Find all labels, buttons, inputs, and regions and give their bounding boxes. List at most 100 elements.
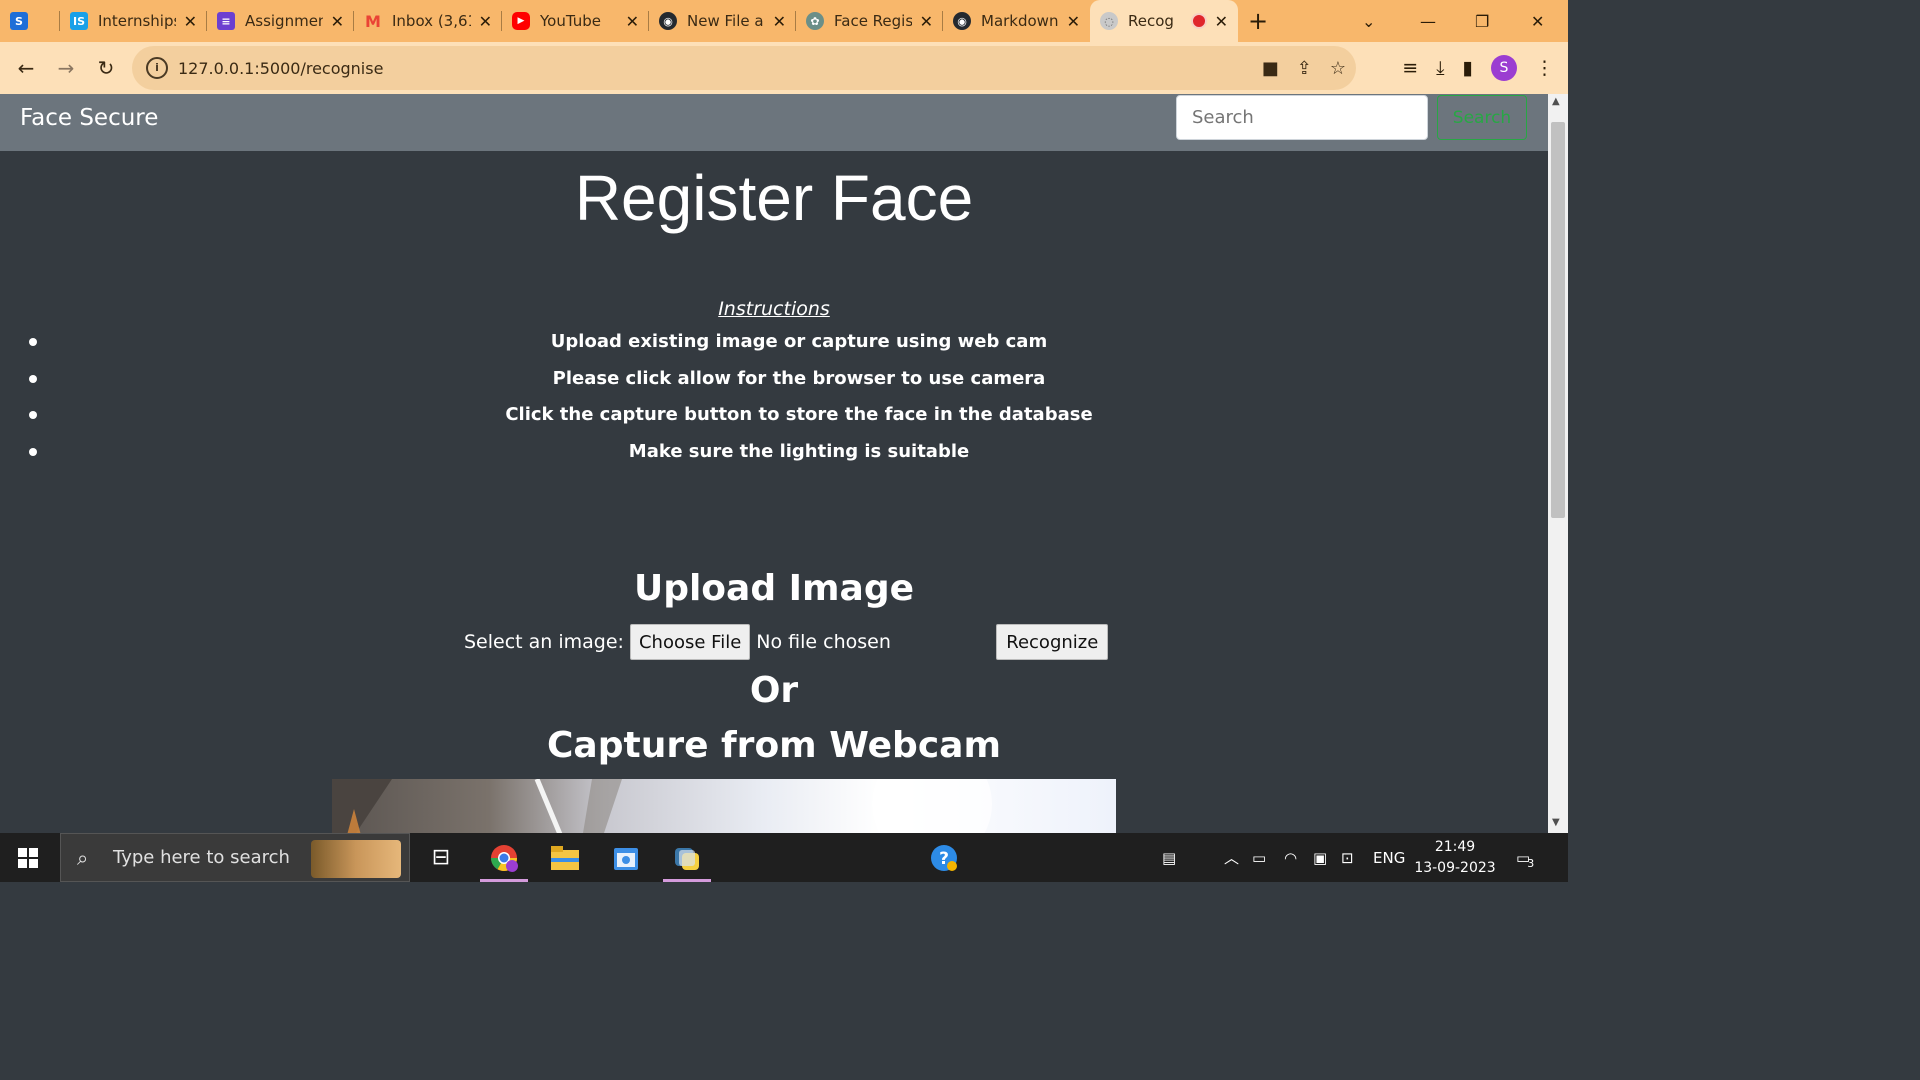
- recording-indicator-icon: [1190, 13, 1207, 29]
- instruction-item: Click the capture button to store the fa…: [0, 397, 1548, 434]
- tab-title: Face Regis: [834, 12, 912, 30]
- site-info-icon[interactable]: i: [146, 57, 168, 79]
- restore-button[interactable]: ❐: [1475, 0, 1489, 42]
- taskbar-search-box[interactable]: ⌕ Type here to search: [60, 833, 410, 882]
- upload-heading: Upload Image: [633, 568, 915, 609]
- profile-avatar[interactable]: S: [1491, 55, 1517, 81]
- tab-close-icon[interactable]: ✕: [773, 12, 786, 31]
- tab-title: New File a: [687, 12, 764, 30]
- instructions-title: Instructions: [718, 298, 830, 320]
- share-icon[interactable]: ⇪: [1297, 58, 1312, 79]
- tab-favicon-icon: ≡: [217, 12, 235, 30]
- webcam-video: [332, 779, 1116, 833]
- news-widget-icon[interactable]: ▤: [1162, 833, 1176, 882]
- help-tips-icon[interactable]: ?: [916, 833, 972, 882]
- tab-assignment[interactable]: ≡ Assignmen ✕: [207, 0, 354, 42]
- instruction-item: Make sure the lighting is suitable: [0, 434, 1548, 471]
- display-icon[interactable]: ⊡: [1341, 833, 1354, 882]
- forward-arrow-icon[interactable]: →: [46, 56, 86, 80]
- github-icon: ◉: [953, 12, 971, 30]
- github-icon: ◉: [659, 12, 677, 30]
- new-tab-button[interactable]: +: [1238, 7, 1278, 35]
- tab-close-icon[interactable]: ✕: [626, 12, 639, 31]
- browser-menu-icon[interactable]: ⋮: [1535, 57, 1554, 79]
- instruction-item: Please click allow for the browser to us…: [0, 361, 1548, 398]
- tab-close-icon[interactable]: ✕: [920, 12, 933, 31]
- windows-taskbar: ⌕ Type here to search ⊟ ? ▤ ︿ ▭ ◠ ▣ ⊡ EN…: [0, 833, 1568, 882]
- tab-close-icon[interactable]: ✕: [184, 12, 197, 31]
- file-explorer-icon[interactable]: [537, 833, 593, 882]
- tab-title: Internships: [98, 12, 176, 30]
- browser-tab-strip: S IS Internships ✕ ≡ Assignmen ✕ M Inbox…: [0, 0, 1568, 42]
- tray-overflow-chevron-icon[interactable]: ︿: [1224, 833, 1239, 882]
- clock-date: 13-09-2023: [1414, 860, 1496, 876]
- taskbar-search-placeholder: Type here to search: [113, 847, 290, 868]
- webcam-heading: Capture from Webcam: [547, 725, 1001, 766]
- python-app-icon[interactable]: [659, 833, 715, 882]
- tab-close-icon[interactable]: ✕: [1067, 12, 1080, 31]
- calendar-app-icon[interactable]: [598, 833, 654, 882]
- openai-icon: ✿: [806, 12, 824, 30]
- browser-toolbar: ← → ↻ i 127.0.0.1:5000/recognise ■ ⇪ ☆ ≡…: [0, 42, 1568, 94]
- meet-now-icon[interactable]: ▣: [1313, 833, 1327, 882]
- tab-internships[interactable]: IS Internships ✕: [60, 0, 207, 42]
- tab-close-icon[interactable]: ✕: [479, 12, 492, 31]
- download-icon[interactable]: ⤓: [1436, 57, 1444, 79]
- tab-close-icon[interactable]: ✕: [1215, 12, 1228, 31]
- tab-recognise-active[interactable]: ◌ Recog ✕: [1090, 0, 1238, 42]
- battery-icon[interactable]: ▭: [1252, 833, 1266, 882]
- scrollbar-thumb[interactable]: [1551, 122, 1565, 518]
- camera-in-use-icon[interactable]: ■: [1262, 58, 1279, 79]
- windows-start-icon[interactable]: [18, 848, 38, 868]
- notifications-icon[interactable]: ▭ 3: [1516, 833, 1534, 882]
- page-scrollbar[interactable]: ▲ ▼: [1548, 94, 1568, 833]
- tab-favicon-icon: S: [10, 12, 28, 30]
- upload-form: Select an image: Choose File No file cho…: [464, 624, 1109, 660]
- tab-pinned[interactable]: S: [0, 0, 60, 42]
- search-highlight-image: [311, 840, 401, 878]
- site-navbar: Face Secure Search: [0, 94, 1548, 151]
- site-search-input[interactable]: [1176, 95, 1428, 140]
- scroll-up-icon[interactable]: ▲: [1552, 96, 1560, 107]
- chrome-taskbar-icon[interactable]: [476, 833, 532, 882]
- site-brand[interactable]: Face Secure: [20, 105, 158, 131]
- tab-face-registration[interactable]: ✿ Face Regis ✕: [796, 0, 943, 42]
- or-divider: Or: [749, 670, 799, 711]
- taskbar-clock[interactable]: 21:49 13-09-2023: [1412, 837, 1498, 879]
- tab-title: Markdown: [981, 12, 1059, 30]
- task-view-icon[interactable]: ⊟: [413, 833, 469, 882]
- tab-title: Inbox (3,61: [392, 12, 471, 30]
- reload-icon[interactable]: ↻: [86, 56, 126, 80]
- side-panel-icon[interactable]: ▮: [1463, 57, 1473, 79]
- wifi-icon[interactable]: ◠: [1284, 833, 1297, 882]
- scroll-down-icon[interactable]: ▼: [1552, 817, 1560, 828]
- tab-title: YouTube: [540, 12, 601, 30]
- tab-title: Assignmen: [245, 12, 323, 30]
- tab-search-chevron-icon[interactable]: ⌄: [1362, 0, 1375, 42]
- tab-new-file[interactable]: ◉ New File a ✕: [649, 0, 796, 42]
- youtube-icon: ▶: [512, 12, 530, 30]
- site-search-button[interactable]: Search: [1437, 95, 1527, 140]
- media-queue-icon[interactable]: ≡: [1402, 57, 1418, 79]
- globe-icon: ◌: [1100, 12, 1118, 30]
- page-title: Register Face: [574, 162, 974, 234]
- minimize-button[interactable]: —: [1420, 0, 1436, 42]
- gmail-icon: M: [365, 11, 381, 31]
- url-text[interactable]: 127.0.0.1:5000/recognise: [178, 59, 383, 78]
- instruction-item: Upload existing image or capture using w…: [0, 324, 1548, 361]
- choose-file-button[interactable]: Choose File: [629, 624, 751, 660]
- tab-youtube[interactable]: ▶ YouTube ✕: [502, 0, 649, 42]
- notification-count: 3: [1527, 857, 1535, 870]
- instructions-list: Upload existing image or capture using w…: [0, 324, 1548, 470]
- address-bar[interactable]: i 127.0.0.1:5000/recognise ■ ⇪ ☆: [132, 46, 1356, 90]
- recognize-button[interactable]: Recognize: [996, 624, 1109, 660]
- tab-close-icon[interactable]: ✕: [331, 12, 344, 31]
- close-window-button[interactable]: ✕: [1531, 0, 1544, 42]
- tab-favicon-icon: IS: [70, 12, 88, 30]
- select-image-label: Select an image:: [464, 631, 624, 653]
- back-arrow-icon[interactable]: ←: [6, 56, 46, 80]
- tab-markdown[interactable]: ◉ Markdown ✕: [943, 0, 1090, 42]
- tab-inbox[interactable]: M Inbox (3,61 ✕: [354, 0, 502, 42]
- bookmark-star-icon[interactable]: ☆: [1330, 58, 1346, 79]
- language-indicator[interactable]: ENG: [1373, 833, 1405, 882]
